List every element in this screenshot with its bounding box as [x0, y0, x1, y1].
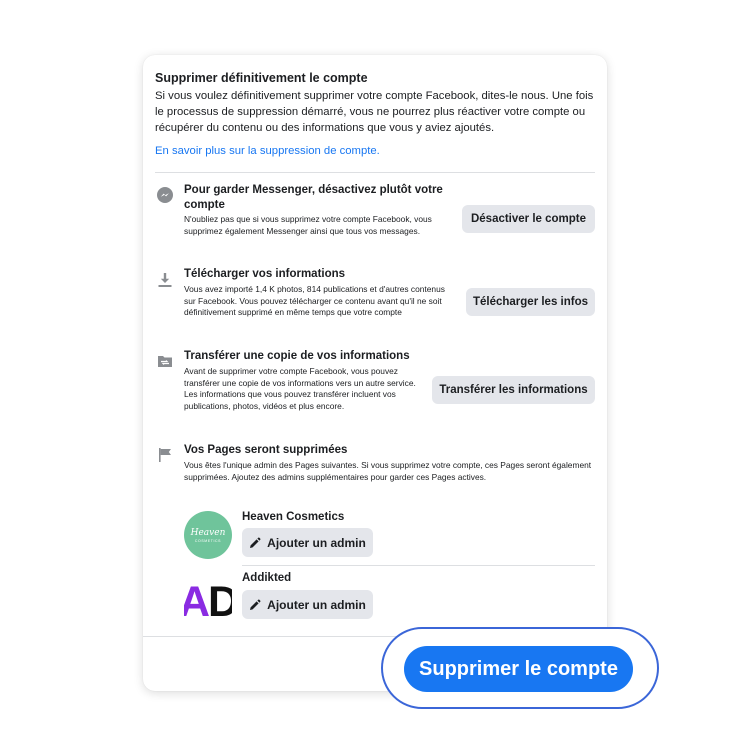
transfer-info-button[interactable]: Transférer les informations: [432, 376, 595, 404]
section-transfer-title: Transférer une copie de vos informations: [184, 350, 410, 362]
section-download-desc: Vous avez importé 1,4 K photos, 814 publ…: [184, 284, 445, 317]
section-pages-title: Vos Pages seront supprimées: [184, 444, 348, 456]
download-icon: [158, 273, 172, 287]
section-transfer-desc: Avant de supprimer votre compte Facebook…: [184, 366, 416, 411]
messenger-icon: [157, 187, 173, 203]
flag-icon: [159, 448, 171, 462]
pencil-icon: [250, 537, 261, 548]
heaven-logo-text: Heaven: [190, 527, 226, 538]
download-info-button[interactable]: Télécharger les infos: [466, 288, 595, 316]
divider: [155, 172, 595, 173]
learn-more-link[interactable]: En savoir plus sur la suppression de com…: [155, 145, 380, 157]
page-name-heaven: Heaven Cosmetics: [242, 511, 345, 523]
page-name-addikted: Addikted: [242, 572, 292, 584]
addikted-logo: AD: [184, 578, 232, 621]
delete-account-button[interactable]: Supprimer le compte: [404, 646, 633, 692]
pencil-icon: [250, 599, 261, 610]
add-admin-button-heaven[interactable]: Ajouter un admin: [242, 528, 373, 557]
section-download-title: Télécharger vos informations: [184, 268, 346, 280]
section-messenger-title: Pour garder Messenger, désactivez plutôt…: [184, 184, 443, 211]
add-admin-button-addikted[interactable]: Ajouter un admin: [242, 590, 373, 619]
dialog-intro: Si vous voulez définitivement supprimer …: [155, 90, 594, 134]
folder-transfer-icon: [158, 356, 172, 367]
heaven-cosmetics-logo: Heaven COSMETICS: [184, 511, 232, 559]
section-pages-desc: Vous êtes l'unique admin des Pages suiva…: [184, 460, 592, 482]
add-admin-label: Ajouter un admin: [267, 535, 366, 550]
heaven-logo-subtext: COSMETICS: [194, 538, 222, 543]
dialog-title: Supprimer définitivement le compte: [155, 71, 368, 85]
section-messenger-desc: N'oubliez pas que si vous supprimez votr…: [184, 214, 432, 236]
page-divider: [242, 565, 595, 566]
deactivate-account-button[interactable]: Désactiver le compte: [462, 205, 595, 233]
add-admin-label: Ajouter un admin: [267, 597, 366, 612]
